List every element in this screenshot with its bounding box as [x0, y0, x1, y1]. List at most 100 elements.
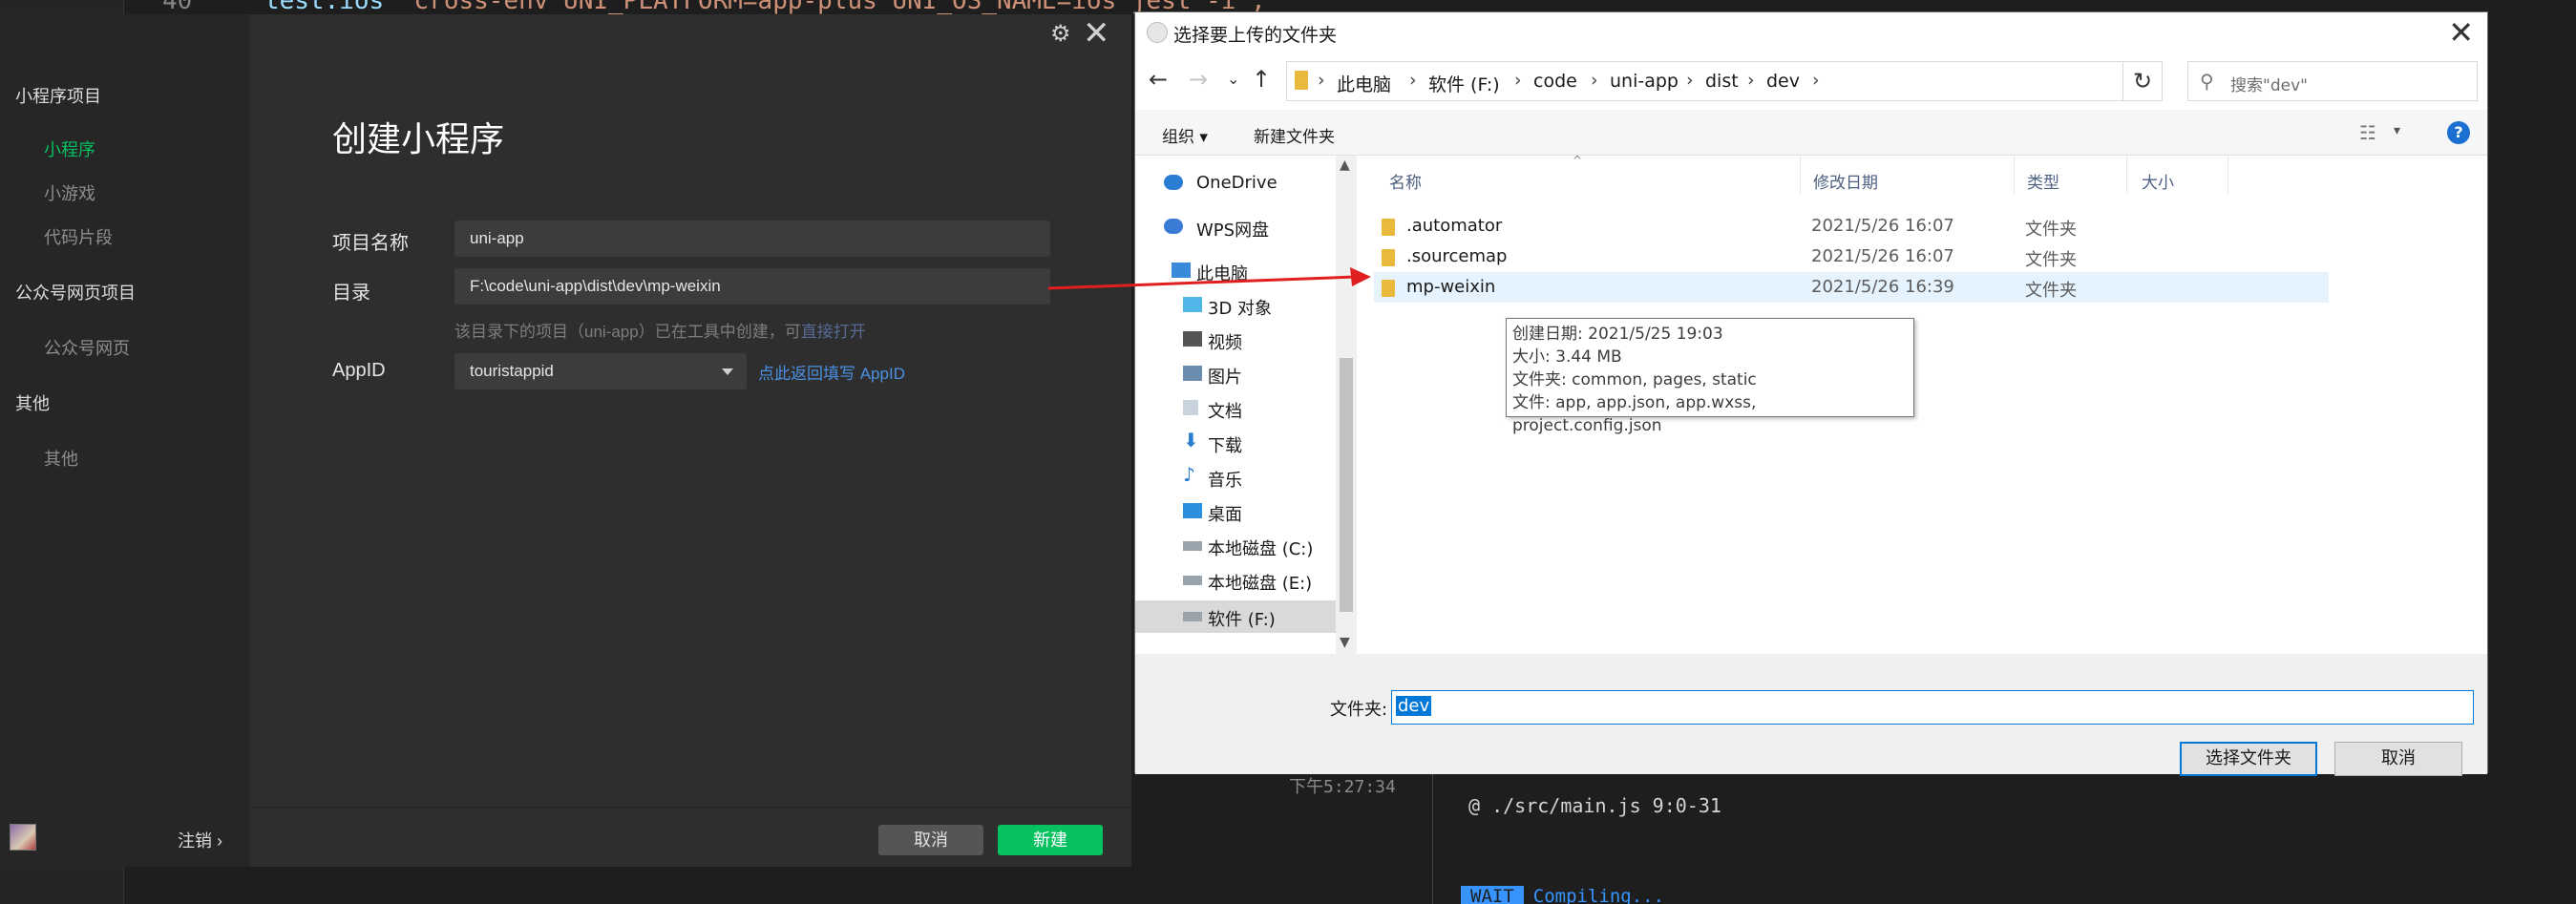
refresh-icon[interactable]: ↻: [2122, 61, 2163, 101]
tree-item-desktop[interactable]: 桌面: [1135, 495, 1336, 528]
appid-select[interactable]: touristappid: [454, 353, 747, 389]
list-item[interactable]: .automator 2021/5/26 16:07 文件夹: [1374, 211, 2329, 242]
appid-value: touristappid: [470, 362, 554, 380]
file-date: 2021/5/26 16:07: [1811, 246, 1954, 266]
sidebar-item-other[interactable]: 其他: [44, 446, 78, 471]
recent-locations-icon[interactable]: ⌄: [1227, 70, 1239, 88]
column-divider[interactable]: [2014, 156, 2015, 194]
column-header-type[interactable]: 类型: [2027, 169, 2059, 193]
app-icon: [1147, 22, 1168, 43]
breadcrumb-item[interactable]: code: [1533, 71, 1577, 92]
directory-input[interactable]: F:\code\uni-app\dist\dev\mp-weixin: [454, 268, 1241, 305]
sidebar-item-official-web[interactable]: 公众号网页: [44, 335, 130, 360]
breadcrumb-item[interactable]: 软件 (F:): [1428, 71, 1500, 96]
terminal-wait-line: WAIT Compiling...: [1461, 886, 1664, 904]
project-name-input[interactable]: uni-app: [454, 221, 1050, 257]
breadcrumb-separator: ›: [1591, 70, 1598, 91]
tree-item-documents[interactable]: 文档: [1135, 392, 1336, 425]
code-key: test:ios: [264, 0, 385, 15]
sidebar-item-miniprogram[interactable]: 小程序: [44, 137, 95, 161]
dialog-footer: 取消 新建: [250, 807, 1131, 867]
breadcrumb-item[interactable]: dev: [1766, 71, 1800, 92]
help-icon[interactable]: ?: [2447, 121, 2470, 144]
fill-appid-link[interactable]: 点此返回填写 AppID: [758, 360, 905, 384]
cloud-icon: [1164, 219, 1183, 234]
scrollbar-thumb[interactable]: [1340, 358, 1353, 612]
tree-item-label: 下载: [1208, 436, 1242, 456]
breadcrumb-item[interactable]: 此电脑: [1337, 71, 1391, 96]
sidebar-section-official-web[interactable]: 公众号网页项目: [15, 280, 136, 305]
tree-item-3d-objects[interactable]: 3D 对象: [1135, 289, 1336, 322]
scroll-up-icon[interactable]: ▲: [1340, 158, 1350, 173]
cloud-icon: [1164, 175, 1183, 190]
sidebar-item-minigame[interactable]: 小游戏: [44, 180, 95, 205]
list-item[interactable]: .sourcemap 2021/5/26 16:07 文件夹: [1374, 242, 2329, 272]
breadcrumb-item[interactable]: dist: [1705, 71, 1739, 92]
tree-item-this-pc[interactable]: 此电脑: [1135, 255, 1336, 287]
drive-icon: [1183, 612, 1202, 621]
tree-item-label: 3D 对象: [1208, 299, 1273, 319]
search-input[interactable]: ⚲ 搜索"dev": [2187, 61, 2478, 101]
folder-picker-dialog: 选择要上传的文件夹 ✕ ← → ⌄ ↑ › 此电脑 › 软件 (F:) › co…: [1134, 11, 2488, 776]
hint-text: 该目录下的项目（uni-app）已在工具中创建，可: [454, 323, 801, 341]
tree-item-drive-f[interactable]: 软件 (F:): [1135, 600, 1336, 633]
folder-icon: [1382, 219, 1395, 236]
folder-icon: [1382, 280, 1395, 297]
tree-item-videos[interactable]: 视频: [1135, 324, 1336, 356]
gear-icon[interactable]: ⚙: [1050, 20, 1071, 48]
tree-item-pictures[interactable]: 图片: [1135, 358, 1336, 390]
column-header-name[interactable]: 名称: [1389, 169, 1422, 193]
terminal-output-line: @ ./src/main.js 9:0-31: [1468, 794, 1721, 817]
cancel-button[interactable]: 取消: [2334, 742, 2462, 776]
organize-button[interactable]: 组织 ▾: [1162, 123, 1208, 147]
tree-item-downloads[interactable]: ⬇ 下载: [1135, 427, 1336, 459]
column-header-date[interactable]: 修改日期: [1813, 169, 1878, 193]
tree-item-onedrive[interactable]: OneDrive: [1135, 167, 1336, 200]
view-dropdown-icon[interactable]: ▾: [2394, 123, 2400, 138]
tree-item-drive-c[interactable]: 本地磁盘 (C:): [1135, 530, 1336, 562]
open-directly-link[interactable]: 直接打开: [801, 323, 866, 341]
tree-item-label: 本地磁盘 (C:): [1208, 539, 1314, 559]
tree-item-drive-e[interactable]: 本地磁盘 (E:): [1135, 564, 1336, 597]
forward-arrow-icon[interactable]: →: [1189, 66, 1208, 93]
page-title: 创建小程序: [332, 119, 505, 158]
view-options-icon[interactable]: ☷: [2359, 121, 2376, 144]
list-item[interactable]: mp-weixin 2021/5/26 16:39 文件夹: [1374, 272, 2329, 303]
cancel-button[interactable]: 取消: [878, 825, 983, 855]
close-icon[interactable]: ✕: [1083, 14, 1110, 53]
column-header-size[interactable]: 大小: [2142, 169, 2174, 193]
column-divider[interactable]: [1800, 156, 1801, 194]
download-icon: ⬇: [1183, 429, 1199, 452]
up-arrow-icon[interactable]: ↑: [1252, 66, 1271, 93]
directory-label: 目录: [332, 283, 370, 304]
back-arrow-icon[interactable]: ←: [1149, 66, 1168, 93]
tooltip-line: 大小: 3.44 MB: [1512, 347, 1622, 367]
column-divider[interactable]: [2126, 156, 2127, 194]
select-folder-button[interactable]: 选择文件夹: [2180, 742, 2317, 776]
tree-item-wps[interactable]: WPS网盘: [1135, 211, 1336, 243]
folder-name-input[interactable]: dev: [1391, 690, 2474, 725]
tree-scrollbar[interactable]: ▲ ▼: [1336, 156, 1357, 654]
create-button[interactable]: 新建: [998, 825, 1103, 855]
new-folder-button[interactable]: 新建文件夹: [1254, 123, 1335, 147]
logout-button[interactable]: 注销 ›: [178, 828, 222, 852]
terminal-timestamp: 下午5:27:34: [1289, 777, 1396, 797]
command-toolbar: 组织 ▾ 新建文件夹 ☷ ▾ ?: [1135, 110, 2487, 156]
sidebar-item-code-snippet[interactable]: 代码片段: [44, 224, 113, 249]
close-icon[interactable]: ✕: [2448, 14, 2474, 51]
address-bar[interactable]: › 此电脑 › 软件 (F:) › code › uni-app › dist …: [1286, 61, 2149, 101]
sidebar-section-miniprogram[interactable]: 小程序项目: [15, 83, 101, 108]
sort-ascending-icon: ^: [1573, 154, 1583, 167]
file-name: .sourcemap: [1406, 246, 1508, 266]
picture-icon: [1183, 366, 1202, 381]
directory-value: F:\code\uni-app\dist\dev\mp-weixin: [470, 277, 721, 295]
folder-name-value: dev: [1396, 696, 1432, 716]
desktop-icon: [1183, 503, 1202, 518]
breadcrumb-separator: ›: [1686, 70, 1694, 91]
dialog-titlebar: 选择要上传的文件夹 ✕: [1135, 12, 2487, 54]
sidebar-section-other[interactable]: 其他: [15, 390, 50, 415]
tree-item-music[interactable]: ♪ 音乐: [1135, 461, 1336, 494]
scroll-down-icon[interactable]: ▼: [1340, 635, 1350, 650]
avatar[interactable]: [10, 824, 36, 851]
breadcrumb-item[interactable]: uni-app: [1610, 71, 1679, 92]
